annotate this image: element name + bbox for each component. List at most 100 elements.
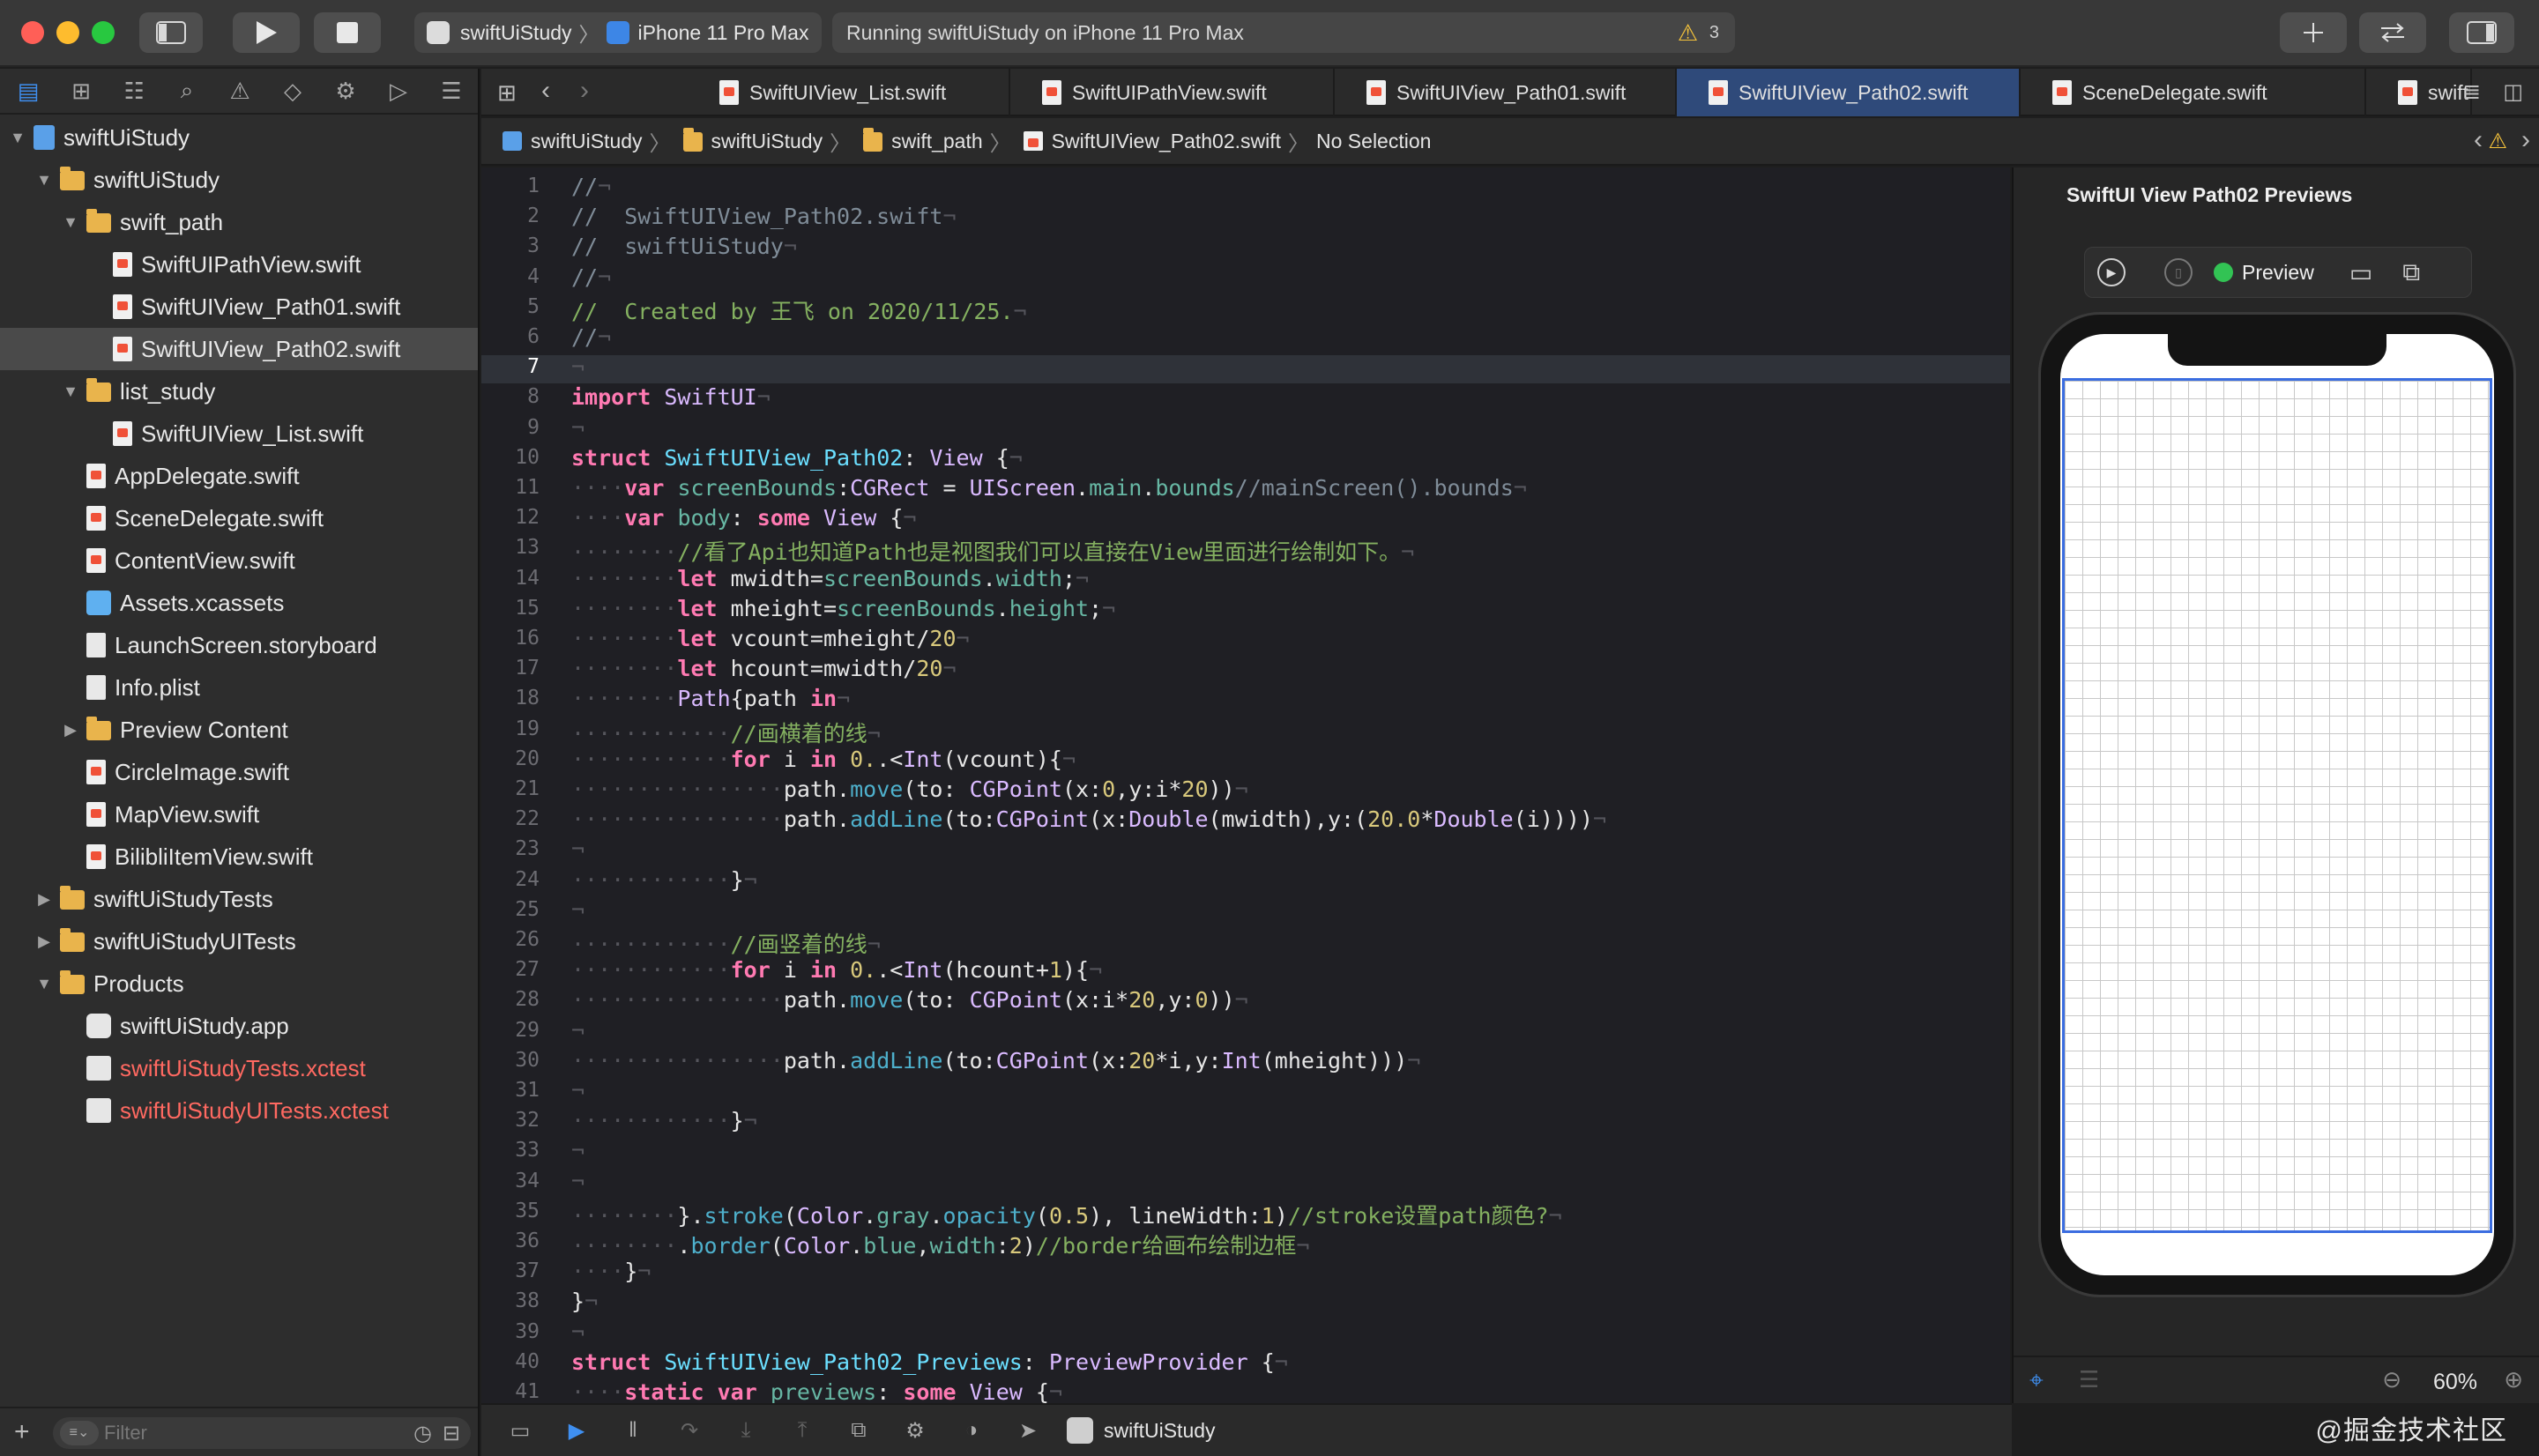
location-icon[interactable]: ➤ — [1010, 1413, 1046, 1448]
editor-tab[interactable]: SwiftUIPathView.swift — [1010, 69, 1335, 116]
debug-icon[interactable]: ⚙ — [331, 77, 360, 105]
breakpoint-icon[interactable]: ▷ — [384, 77, 413, 105]
disclosure-triangle-icon[interactable]: ▶ — [34, 932, 55, 951]
device-settings-icon[interactable]: ▭ — [2349, 258, 2372, 287]
forward-icon[interactable]: › — [580, 76, 589, 106]
editor-tab[interactable]: swiftUiStu — [2366, 69, 2472, 116]
code-line[interactable]: ¬ — [571, 1169, 584, 1194]
previous-issue-icon[interactable]: ‹ — [2474, 125, 2483, 155]
memory-graph-icon[interactable]: ⚙ — [897, 1413, 933, 1448]
pin-icon[interactable]: ⌖ — [2029, 1366, 2044, 1395]
code-line[interactable]: ············//画竖着的线¬ — [571, 927, 881, 959]
toggle-inspector-button[interactable] — [2449, 12, 2514, 53]
code-line[interactable]: //¬ — [571, 324, 611, 350]
zoom-window-button[interactable] — [92, 21, 115, 44]
code-line[interactable]: ····var body: some View {¬ — [571, 505, 916, 531]
code-line[interactable]: ············}¬ — [571, 1108, 757, 1133]
live-preview-icon[interactable]: ▶ — [2097, 258, 2126, 286]
recent-files-icon[interactable]: ◷ — [413, 1421, 432, 1446]
breadcrumb-item[interactable]: SwiftUIView_Path02.swift — [1018, 130, 1281, 153]
tree-file[interactable]: Info.plist — [0, 666, 478, 709]
tree-file[interactable]: swiftUiStudyUITests.xctest — [0, 1089, 478, 1132]
tree-file[interactable]: SwiftUIView_List.swift — [0, 412, 478, 455]
preview-button[interactable]: Preview — [2242, 261, 2314, 285]
code-line[interactable]: struct SwiftUIView_Path02_Previews: Prev… — [571, 1349, 1288, 1375]
tree-file[interactable]: ContentView.swift — [0, 539, 478, 582]
run-button[interactable] — [233, 12, 300, 53]
search-icon[interactable]: ⌕ — [173, 77, 201, 105]
source-editor[interactable]: 1 2 3 4 5 6 7 8 9 10 11 12 13 14 15 16 17 18 19 20 21 22 23 24 2… — [481, 167, 2010, 1403]
zoom-in-icon[interactable]: ⊕ — [2504, 1366, 2523, 1393]
code-line[interactable]: ········}.stroke(Color.gray.opacity(0.5)… — [571, 1199, 1562, 1230]
step-out-icon[interactable]: ⤒ — [785, 1413, 820, 1448]
warning-icon[interactable]: ⚠ — [226, 77, 254, 105]
scheme-name[interactable]: swiftUiStudy — [460, 21, 572, 45]
tree-file[interactable]: SceneDelegate.swift — [0, 497, 478, 539]
editor-tab[interactable]: SwiftUIView_Path01.swift — [1335, 69, 1677, 116]
code-line[interactable]: ········let vcount=mheight/20¬ — [571, 626, 970, 651]
code-line[interactable]: ¬ — [571, 897, 584, 923]
editor-tab[interactable]: SwiftUIView_Path02.swift — [1677, 69, 2021, 116]
disclosure-triangle-icon[interactable]: ▼ — [60, 383, 81, 401]
warning-count[interactable]: 3 — [1709, 23, 1719, 43]
code-line[interactable]: ········.border(Color.blue,width:2)//bor… — [571, 1229, 1309, 1260]
code-line[interactable]: ········let mwidth=screenBounds.width;¬ — [571, 566, 1089, 591]
filter-options-icon[interactable]: ≡⌄ — [60, 1421, 99, 1445]
tree-file[interactable]: AppDelegate.swift — [0, 455, 478, 497]
zoom-out-icon[interactable]: ⊖ — [2382, 1366, 2401, 1393]
inspect-preview-icon[interactable]: ▯ — [2164, 258, 2193, 286]
tree-group[interactable]: ▼ list_study — [0, 370, 478, 412]
code-line[interactable]: ¬ — [571, 354, 584, 380]
test-icon[interactable]: ◇ — [279, 77, 307, 105]
code-line[interactable]: ············}¬ — [571, 867, 757, 893]
code-line[interactable]: ¬ — [571, 836, 584, 862]
next-issue-icon[interactable]: › — [2521, 125, 2530, 155]
editor-tab[interactable]: SceneDelegate.swift — [2021, 69, 2366, 116]
tree-group[interactable]: ▼ swiftUiStudy — [0, 116, 478, 159]
code-review-button[interactable] — [2359, 12, 2426, 53]
minimize-window-button[interactable] — [56, 21, 79, 44]
disclosure-triangle-icon[interactable]: ▼ — [34, 975, 55, 993]
issue-warning-icon[interactable]: ⚠ — [2488, 129, 2507, 154]
code-line[interactable]: //¬ — [571, 174, 611, 199]
grid-path-preview[interactable] — [2062, 378, 2492, 1233]
code-line[interactable]: ············for i in 0..<Int(vcount){¬ — [571, 747, 1076, 772]
back-icon[interactable]: ‹ — [541, 76, 550, 106]
tree-file[interactable]: SwiftUIView_Path02.swift — [0, 328, 478, 370]
code-line[interactable]: ········Path{path in¬ — [571, 686, 850, 711]
tree-file[interactable]: CircleImage.swift — [0, 751, 478, 793]
tree-group[interactable]: ▶ swiftUiStudyUITests — [0, 920, 478, 962]
code-line[interactable]: import SwiftUI¬ — [571, 384, 771, 410]
code-line[interactable]: ············for i in 0..<Int(hcount+1){¬ — [571, 957, 1102, 983]
duplicate-preview-icon[interactable]: ⧉ — [2402, 258, 2420, 287]
code-line[interactable]: // SwiftUIView_Path02.swift¬ — [571, 204, 957, 229]
code-line[interactable]: ¬ — [571, 1078, 584, 1103]
close-window-button[interactable] — [21, 21, 44, 44]
view-hierarchy-icon[interactable]: ⧉ — [841, 1413, 876, 1448]
zoom-level[interactable]: 60% — [2433, 1370, 2477, 1395]
library-button[interactable] — [2280, 12, 2347, 53]
code-line[interactable]: }¬ — [571, 1289, 598, 1314]
breakpoints-toggle-icon[interactable]: ▶ — [559, 1413, 594, 1448]
breadcrumb-item[interactable]: swift_path — [858, 128, 983, 153]
code-line[interactable]: struct SwiftUIView_Path02: View {¬ — [571, 445, 1023, 471]
grid-icon[interactable]: ⊞ — [497, 79, 517, 107]
folder-icon[interactable]: ▤ — [14, 77, 42, 105]
disclosure-triangle-icon[interactable]: ▼ — [7, 129, 28, 147]
tree-file[interactable]: SwiftUIView_Path01.swift — [0, 286, 478, 328]
disclosure-triangle-icon[interactable]: ▼ — [34, 171, 55, 189]
list-icon[interactable]: ☰ — [2079, 1366, 2099, 1393]
code-line[interactable]: // Created by 王飞 on 2020/11/25.¬ — [571, 294, 1027, 326]
breadcrumb-item[interactable]: swiftUiStudy — [497, 130, 643, 153]
toggle-navigator-button[interactable] — [139, 12, 203, 53]
tree-group[interactable]: ▶ swiftUiStudyTests — [0, 878, 478, 920]
disclosure-triangle-icon[interactable]: ▶ — [60, 721, 81, 739]
step-over-icon[interactable]: ↷ — [672, 1413, 707, 1448]
tree-group[interactable]: ▶ Preview Content — [0, 709, 478, 751]
code-line[interactable]: ················path.move(to: CGPoint(x:… — [571, 776, 1248, 802]
tree-file[interactable]: MapView.swift — [0, 793, 478, 836]
code-line[interactable]: ····}¬ — [571, 1259, 651, 1284]
editor-tab[interactable]: SwiftUIView_List.swift — [688, 69, 1010, 116]
code-line[interactable]: ················path.addLine(to:CGPoint(… — [571, 1048, 1420, 1073]
breadcrumb-item[interactable]: No Selection — [1316, 130, 1431, 153]
